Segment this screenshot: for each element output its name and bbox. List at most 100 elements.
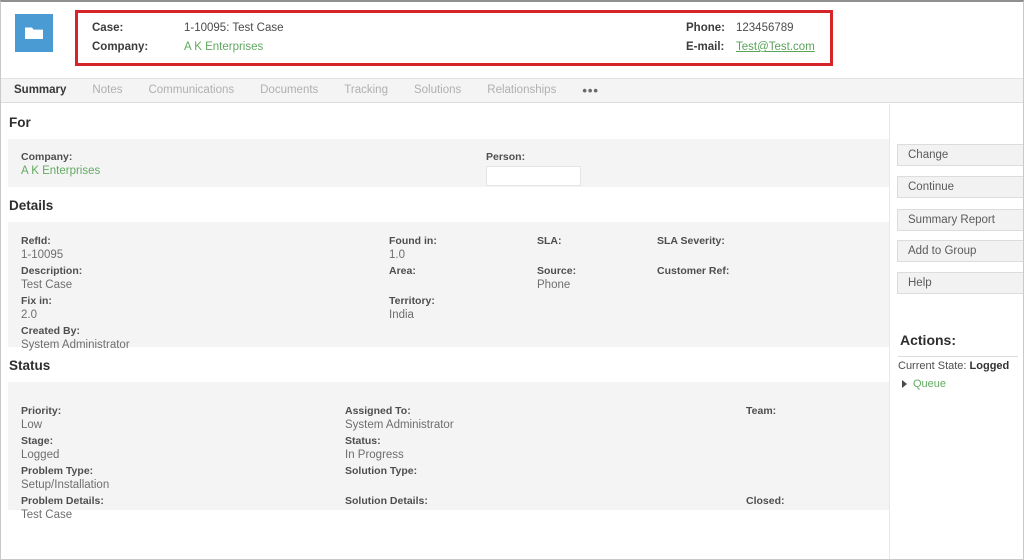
field-company-label: Company: <box>21 151 73 163</box>
field-sla-label: SLA: <box>537 235 562 247</box>
field-stage-value: Logged <box>21 449 60 461</box>
field-person-label: Person: <box>486 151 526 163</box>
queue-link[interactable]: Queue <box>913 378 946 390</box>
section-title-details: Details <box>9 198 54 213</box>
queue-action-row[interactable]: Queue <box>902 378 946 390</box>
field-found-in-label: Found in: <box>389 235 437 247</box>
details-panel: RefId: 1-10095 Description: Test Case Fi… <box>8 222 889 351</box>
main-content: For Company: A K Enterprises Person: Det… <box>1 104 889 559</box>
field-assigned-to: Assigned To: System Administrator <box>345 404 454 433</box>
triangle-right-icon <box>902 380 907 388</box>
tab-notes[interactable]: Notes <box>79 79 135 102</box>
case-label: Case: <box>92 22 124 34</box>
current-state-row: Current State: Logged <box>898 360 1009 372</box>
current-state-label: Current State: <box>898 360 967 372</box>
field-customer-ref: Customer Ref: <box>657 264 729 293</box>
field-sla-severity-label: SLA Severity: <box>657 235 725 247</box>
folder-glyph-svg <box>25 27 43 39</box>
continue-button[interactable]: Continue <box>897 176 1023 198</box>
field-closed-value <box>746 508 785 523</box>
tab-documents[interactable]: Documents <box>247 79 331 102</box>
tab-solutions[interactable]: Solutions <box>401 79 474 102</box>
field-solution-type-label: Solution Type: <box>345 465 418 477</box>
field-status-value: In Progress <box>345 449 404 461</box>
actions-divider <box>898 356 1018 357</box>
field-source-label: Source: <box>537 265 577 277</box>
field-territory-label: Territory: <box>389 295 435 307</box>
field-company: Company: A K Enterprises <box>21 150 100 179</box>
for-panel: Company: A K Enterprises Person: <box>8 139 889 187</box>
case-value: 1-10095: Test Case <box>184 22 284 34</box>
current-state-value: Logged <box>969 360 1010 372</box>
field-stage-label: Stage: <box>21 435 54 447</box>
page-header: Case: 1-10095: Test Case Company: A K En… <box>1 2 1023 76</box>
field-sla: SLA: <box>537 234 562 263</box>
field-refid-label: RefId: <box>21 235 51 247</box>
case-summary-page: Case: 1-10095: Test Case Company: A K En… <box>0 0 1024 560</box>
company-link[interactable]: A K Enterprises <box>184 41 263 53</box>
field-problem-details-label: Problem Details: <box>21 495 104 507</box>
field-fix-in-label: Fix in: <box>21 295 52 307</box>
tab-relationships[interactable]: Relationships <box>474 79 569 102</box>
field-created-by-label: Created By: <box>21 325 80 337</box>
change-button[interactable]: Change <box>897 144 1023 166</box>
field-territory-value: India <box>389 309 414 321</box>
field-assigned-to-label: Assigned To: <box>345 405 411 417</box>
field-problem-type-label: Problem Type: <box>21 465 94 477</box>
field-problem-type-value: Setup/Installation <box>21 479 110 491</box>
field-description: Description: Test Case <box>21 264 82 293</box>
field-stage: Stage: Logged <box>21 434 59 463</box>
email-label: E-mail: <box>686 41 725 53</box>
field-solution-details-value <box>345 508 428 523</box>
tab-summary[interactable]: Summary <box>1 79 79 102</box>
actions-heading: Actions: <box>900 332 956 348</box>
person-input[interactable] <box>486 166 581 186</box>
field-problem-details: Problem Details: Test Case <box>21 494 104 523</box>
field-team-label: Team: <box>746 405 777 417</box>
field-territory: Territory: India <box>389 294 435 323</box>
field-area-value <box>389 278 416 293</box>
field-source: Source: Phone <box>537 264 576 293</box>
section-title-for: For <box>9 115 31 130</box>
main-tab-bar: Summary Notes Communications Documents T… <box>1 78 1023 103</box>
field-created-by: Created By: System Administrator <box>21 324 130 353</box>
field-source-value: Phone <box>537 279 571 291</box>
field-fix-in: Fix in: 2.0 <box>21 294 52 323</box>
field-problem-type: Problem Type: Setup/Installation <box>21 464 109 493</box>
field-sla-severity-value <box>657 248 725 263</box>
field-solution-details-label: Solution Details: <box>345 495 428 507</box>
field-customer-ref-value <box>657 278 729 293</box>
field-created-by-value: System Administrator <box>21 339 130 351</box>
field-status: Status: In Progress <box>345 434 404 463</box>
field-refid-value: 1-10095 <box>21 249 64 261</box>
field-company-value[interactable]: A K Enterprises <box>21 164 100 179</box>
field-person: Person: <box>486 150 581 186</box>
field-priority-label: Priority: <box>21 405 62 417</box>
section-title-status: Status <box>9 358 51 373</box>
field-customer-ref-label: Customer Ref: <box>657 265 730 277</box>
field-team-value <box>746 418 776 433</box>
summary-report-button[interactable]: Summary Report <box>897 209 1023 231</box>
field-solution-details: Solution Details: <box>345 494 428 523</box>
field-team: Team: <box>746 404 776 433</box>
help-button[interactable]: Help <box>897 272 1023 294</box>
field-solution-type: Solution Type: <box>345 464 417 493</box>
field-assigned-to-value: System Administrator <box>345 419 454 431</box>
email-link[interactable]: Test@Test.com <box>736 41 815 53</box>
status-panel: Priority: Low Stage: Logged Problem Type… <box>8 382 889 521</box>
field-closed-label: Closed: <box>746 495 785 507</box>
field-found-in-value: 1.0 <box>389 249 405 261</box>
tab-overflow-icon[interactable]: ••• <box>569 79 612 102</box>
field-found-in: Found in: 1.0 <box>389 234 437 263</box>
field-description-value: Test Case <box>21 279 73 291</box>
folder-icon <box>15 14 53 52</box>
field-fix-in-value: 2.0 <box>21 309 37 321</box>
field-priority: Priority: Low <box>21 404 61 433</box>
field-sla-severity: SLA Severity: <box>657 234 725 263</box>
add-to-group-button[interactable]: Add to Group <box>897 240 1023 262</box>
tab-communications[interactable]: Communications <box>135 79 247 102</box>
field-closed: Closed: <box>746 494 785 523</box>
tab-tracking[interactable]: Tracking <box>331 79 401 102</box>
action-sidebar: Change Continue Summary Report Add to Gr… <box>889 104 1023 559</box>
field-solution-type-value <box>345 478 417 493</box>
